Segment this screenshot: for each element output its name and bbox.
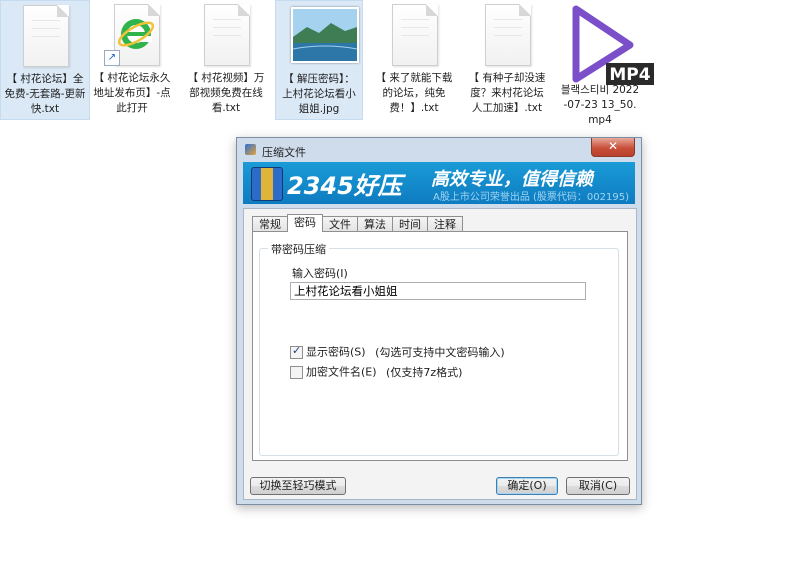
- text-file-icon: [475, 4, 539, 66]
- desktop-file-txt-4[interactable]: 【 有种子却没速度？来村花论坛人工加速】.txt: [463, 0, 551, 118]
- mp4-file-icon: MP4: [568, 0, 654, 85]
- show-password-hint: (勾选可支持中文密码输入): [375, 345, 505, 359]
- password-tab-content: 带密码压缩 输入密码(I) 显示密码(S) (勾选可支持中文密码输入) 加密文件…: [252, 231, 628, 461]
- tab-comment[interactable]: 注释: [427, 216, 463, 232]
- desktop-file-jpg[interactable]: 【 解压密码】：上村花论坛看小姐姐.jpg: [275, 0, 363, 120]
- encrypt-names-checkbox[interactable]: 加密文件名(E) (仅支持7z格式): [290, 365, 462, 379]
- text-file-icon: [194, 4, 258, 66]
- ie-logo-icon: [117, 19, 155, 49]
- app-icon: [245, 144, 256, 155]
- image-file-icon: [287, 5, 359, 67]
- brand-banner: 2345好压 高效专业，值得信赖 A股上市公司荣誉出品 (股票代码：002195…: [243, 162, 635, 204]
- mp4-badge: MP4: [609, 65, 650, 85]
- show-password-label: 显示密码(S): [306, 345, 366, 359]
- file-label: 【 解压密码】：上村花论坛看小姐姐.jpg: [282, 73, 356, 115]
- desktop-file-txt-3[interactable]: 【 来了就能下载的论坛，纯免费！】.txt: [370, 0, 458, 118]
- password-input[interactable]: [290, 282, 586, 300]
- password-label: 输入密码(I): [292, 267, 348, 280]
- dialog-titlebar[interactable]: 压缩文件 ✕: [237, 138, 641, 162]
- tab-algorithm[interactable]: 算法: [357, 216, 393, 232]
- desktop-file-txt-2[interactable]: 【 村花视频】万部视频免费在线看.txt: [182, 0, 270, 118]
- play-icon: MP4: [572, 5, 654, 85]
- shortcut-arrow-icon: ↗: [104, 50, 120, 66]
- checkbox-checked-icon: [290, 344, 303, 359]
- tab-files[interactable]: 文件: [322, 216, 358, 232]
- tab-password[interactable]: 密码: [287, 214, 323, 232]
- dialog-title: 压缩文件: [262, 146, 306, 159]
- ie-shortcut-icon: ↗: [100, 4, 164, 66]
- tab-general[interactable]: 常规: [252, 216, 288, 232]
- close-icon: ✕: [607, 139, 619, 153]
- file-label: 【 来了就能下载的论坛，纯免费！】.txt: [375, 72, 453, 114]
- encrypt-names-hint: (仅支持7z格式): [386, 365, 463, 379]
- archive-logo-icon: [251, 167, 283, 201]
- compress-dialog: 压缩文件 ✕ 2345好压 高效专业，值得信赖 A股上市公司荣誉出品 (股票代码…: [236, 137, 642, 505]
- brand-name: 2345好压: [287, 172, 402, 200]
- cancel-button[interactable]: 取消(C): [566, 477, 630, 495]
- simple-mode-button[interactable]: 切换至轻巧模式: [250, 477, 346, 495]
- dialog-panel: 常规 密码 文件 算法 时间 注释 带密码压缩 输入密码(I) 显示密码(S) …: [243, 208, 637, 500]
- brand-subtitle: A股上市公司荣誉出品 (股票代码：002195): [433, 192, 629, 203]
- file-label: 【 有种子却没速度？来村花论坛人工加速】.txt: [468, 72, 546, 114]
- text-file-icon: [13, 5, 77, 67]
- text-file-icon: [382, 4, 446, 66]
- file-label: 【 村花论坛】全免费-无套路-更新快.txt: [4, 73, 86, 115]
- password-group: 带密码压缩 输入密码(I) 显示密码(S) (勾选可支持中文密码输入) 加密文件…: [259, 241, 619, 456]
- encrypt-names-label: 加密文件名(E): [306, 365, 377, 379]
- file-label: 【 村花视频】万部视频免费在线看.txt: [187, 72, 265, 114]
- ok-button[interactable]: 确定(O): [496, 477, 558, 495]
- file-label: 【 村花论坛永久地址发布页】-点此打开: [93, 72, 171, 114]
- tab-time[interactable]: 时间: [392, 216, 428, 232]
- close-button[interactable]: ✕: [591, 138, 635, 157]
- show-password-checkbox[interactable]: 显示密码(S) (勾选可支持中文密码输入): [290, 344, 505, 359]
- checkbox-unchecked-icon: [290, 365, 303, 379]
- desktop-file-txt-1[interactable]: 【 村花论坛】全免费-无套路-更新快.txt: [0, 0, 90, 120]
- desktop-file-shortcut[interactable]: ↗ 【 村花论坛永久地址发布页】-点此打开: [88, 0, 176, 118]
- group-title: 带密码压缩: [268, 241, 329, 257]
- desktop-file-mp4[interactable]: MP4 블랙스티비 2022-07-23 13_50.mp4: [556, 0, 654, 130]
- tab-bar: 常规 密码 文件 算法 时间 注释: [252, 214, 463, 232]
